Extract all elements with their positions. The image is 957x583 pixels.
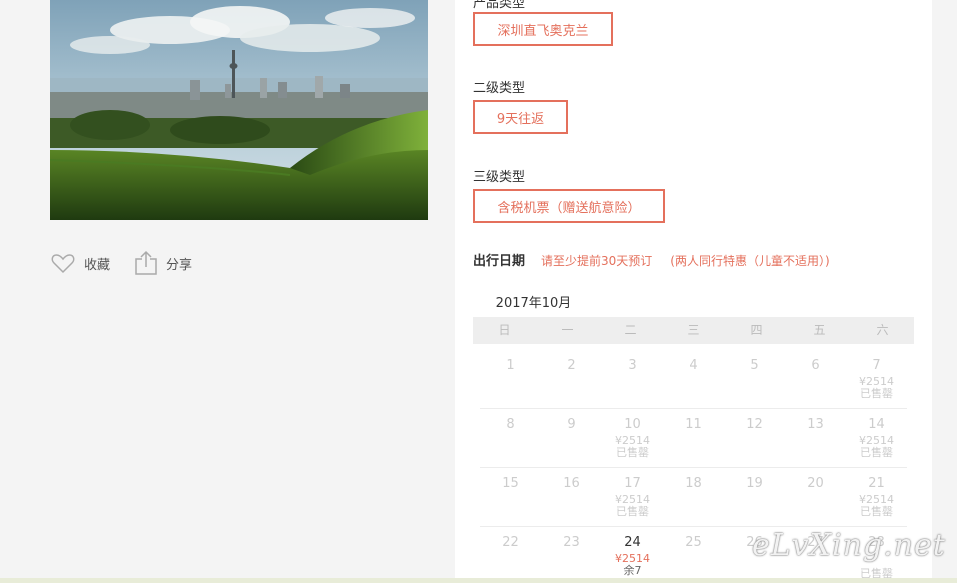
calendar-day: 28 已售罄 [846, 527, 907, 583]
day-number: 4 [689, 358, 698, 373]
day-number: 22 [502, 535, 519, 550]
calendar-day: 2 [541, 350, 602, 408]
day-number: 8 [506, 417, 515, 432]
day-number: 16 [563, 476, 580, 491]
calendar-day: 27 [785, 527, 846, 583]
heart-icon [51, 254, 75, 274]
calendar-day: 9 [541, 409, 602, 467]
calendar-day: 5 [724, 350, 785, 408]
calendar-day: 25 [663, 527, 724, 583]
weekday-label: 六 [876, 323, 889, 337]
calendar-week-row: 1 2 3 4 5 6 7 ¥2514 已售罄 [480, 350, 907, 409]
calendar-day: 7 ¥2514 已售罄 [846, 350, 907, 408]
day-number: 10 [624, 417, 641, 432]
day-number: 13 [807, 417, 824, 432]
calendar-day: 18 [663, 468, 724, 526]
day-status: 余7 [623, 564, 642, 577]
day-number: 7 [872, 358, 881, 373]
day-status: 已售罄 [860, 505, 893, 518]
day-number: 12 [746, 417, 763, 432]
calendar-day: 16 [541, 468, 602, 526]
day-number: 27 [807, 535, 824, 550]
day-number: 18 [685, 476, 702, 491]
calendar-day: 4 [663, 350, 724, 408]
calendar-day: 13 [785, 409, 846, 467]
weekday-label: 三 [687, 323, 700, 337]
type2-option-button[interactable]: 9天往返 [473, 100, 568, 134]
calendar-day: 20 [785, 468, 846, 526]
day-number: 15 [502, 476, 519, 491]
product-actions: 收藏 分享 [50, 250, 216, 276]
day-status: 已售罄 [860, 446, 893, 459]
day-status: 已售罄 [616, 446, 649, 459]
day-status: 已售罄 [616, 505, 649, 518]
calendar-day: 11 [663, 409, 724, 467]
calendar-day: 12 [724, 409, 785, 467]
day-number: 3 [628, 358, 637, 373]
calendar-day: 8 [480, 409, 541, 467]
calendar-grid: 1 2 3 4 5 6 7 ¥2514 已售罄 8 9 10 ¥2514 已售罄 11 12 13 14 ¥2514… [480, 350, 907, 583]
day-number: 19 [746, 476, 763, 491]
calendar-week-row: 8 9 10 ¥2514 已售罄 11 12 13 14 ¥2514 已售罄 [480, 409, 907, 468]
share-label: 分享 [166, 257, 193, 273]
booking-panel: 产品类型 深圳直飞奥克兰 二级类型 9天往返 三级类型 含税机票（赠送航意险） … [455, 0, 932, 583]
share-icon [135, 250, 157, 275]
day-number: 28 [868, 535, 885, 550]
type2-title: 二级类型 [473, 81, 526, 96]
calendar-day: 21 ¥2514 已售罄 [846, 468, 907, 526]
weekday-label: 四 [750, 323, 763, 337]
favorite-button[interactable]: 收藏 [50, 250, 110, 276]
day-number: 23 [563, 535, 580, 550]
day-number: 9 [567, 417, 576, 432]
day-number: 1 [506, 358, 515, 373]
advance-booking-note: 请至少提前30天预订 [541, 254, 653, 268]
calendar-day: 19 [724, 468, 785, 526]
day-number: 20 [807, 476, 824, 491]
month-tab[interactable]: 2017年10月 [489, 292, 578, 320]
calendar-week-row: 15 16 17 ¥2514 已售罄 18 19 20 21 ¥2514 已售罄 [480, 468, 907, 527]
calendar-day[interactable]: 24 ¥2514 余7 [602, 527, 663, 583]
day-number: 17 [624, 476, 641, 491]
day-status: 已售罄 [860, 387, 893, 400]
day-number: 2 [567, 358, 576, 373]
day-number: 11 [685, 417, 702, 432]
day-number: 5 [750, 358, 759, 373]
calendar-day: 14 ¥2514 已售罄 [846, 409, 907, 467]
travel-date-title: 出行日期 [473, 254, 526, 269]
calendar-day: 22 [480, 527, 541, 583]
day-number: 26 [746, 535, 763, 550]
day-number: 24 [624, 535, 641, 550]
weekday-label: 一 [561, 323, 574, 337]
day-number: 21 [868, 476, 885, 491]
calendar-day: 1 [480, 350, 541, 408]
type1-option-button[interactable]: 深圳直飞奥克兰 [473, 12, 613, 46]
type1-title: 产品类型 [473, 0, 526, 11]
calendar-week-row: 22 23 24 ¥2514 余7 25 26 27 28 已售罄 [480, 527, 907, 583]
type3-title: 三级类型 [473, 170, 526, 185]
calendar-day: 15 [480, 468, 541, 526]
calendar-day: 23 [541, 527, 602, 583]
calendar-day: 6 [785, 350, 846, 408]
weekday-label: 五 [813, 323, 826, 337]
favorite-label: 收藏 [84, 257, 111, 273]
day-number: 14 [868, 417, 885, 432]
calendar-day: 26 [724, 527, 785, 583]
calendar-day: 3 [602, 350, 663, 408]
calendar-weekday-header: 日一二三四五六 [473, 317, 914, 344]
weekday-label: 日 [498, 323, 511, 337]
city-landscape-image [50, 0, 428, 220]
day-number: 25 [685, 535, 702, 550]
share-button[interactable]: 分享 [134, 250, 192, 276]
calendar-day: 17 ¥2514 已售罄 [602, 468, 663, 526]
weekday-label: 二 [624, 323, 637, 337]
two-person-offer-note: (两人同行特惠（儿童不适用）) [670, 254, 830, 268]
calendar-day: 10 ¥2514 已售罄 [602, 409, 663, 467]
product-photo [50, 0, 428, 220]
bottom-strip [0, 578, 957, 583]
travel-date-header: 出行日期 请至少提前30天预订 (两人同行特惠（儿童不适用）) [473, 250, 830, 269]
type3-option-button[interactable]: 含税机票（赠送航意险） [473, 189, 665, 223]
day-number: 6 [811, 358, 820, 373]
